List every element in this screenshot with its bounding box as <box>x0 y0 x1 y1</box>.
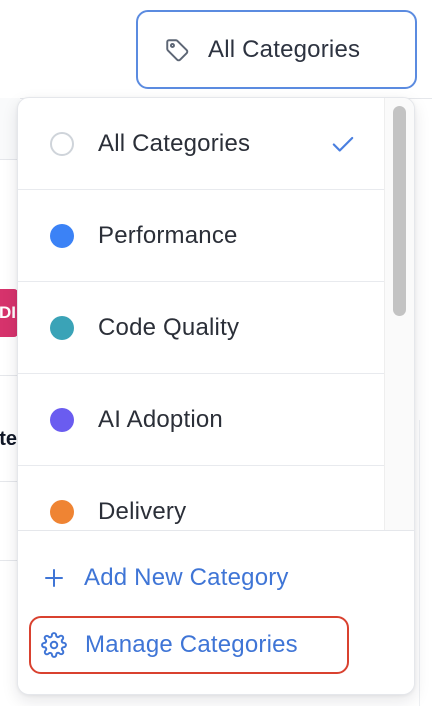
category-filter-button[interactable]: All Categories <box>136 10 417 89</box>
category-option-code-quality[interactable]: Code Quality <box>18 282 386 374</box>
column-header: ate <box>0 428 18 458</box>
category-option-label: Performance <box>98 221 238 249</box>
radio-empty-icon <box>50 131 74 156</box>
add-category-label: Add New Category <box>84 564 289 591</box>
table-column-divider <box>419 420 420 706</box>
column-header-text: ate <box>0 428 17 450</box>
color-dot-icon <box>50 407 74 432</box>
category-list: All Categories Performance Code Quality … <box>18 98 386 530</box>
category-option-label: Code Quality <box>98 313 240 341</box>
category-option-label: All Categories <box>98 129 251 157</box>
color-dot-icon <box>50 499 74 524</box>
color-dot-icon <box>50 223 74 248</box>
manage-categories-label: Manage Categories <box>85 631 298 658</box>
dropdown-footer: Add New Category Manage Categories <box>18 530 414 694</box>
category-option-label: Delivery <box>98 497 187 525</box>
tag-icon <box>164 37 190 63</box>
category-option-label: AI Adoption <box>98 405 223 433</box>
status-badge-text: DI <box>0 303 16 322</box>
scrollbar-thumb[interactable] <box>393 106 406 316</box>
category-option-all[interactable]: All Categories <box>18 98 386 190</box>
manage-categories-button[interactable]: Manage Categories <box>29 616 349 674</box>
plus-icon <box>42 566 66 590</box>
status-badge: DI <box>0 289 18 337</box>
add-category-button[interactable]: Add New Category <box>42 561 289 595</box>
category-filter-label: All Categories <box>208 35 361 63</box>
gear-icon <box>41 632 67 658</box>
scrollbar[interactable] <box>384 98 414 530</box>
category-dropdown: All Categories Performance Code Quality … <box>17 97 415 695</box>
category-option-performance[interactable]: Performance <box>18 190 386 282</box>
page: DI ate All Categories All Categories <box>0 0 432 706</box>
category-option-delivery[interactable]: Delivery <box>18 466 386 530</box>
category-option-ai-adoption[interactable]: AI Adoption <box>18 374 386 466</box>
color-dot-icon <box>50 315 74 340</box>
checkmark-icon <box>330 131 356 157</box>
